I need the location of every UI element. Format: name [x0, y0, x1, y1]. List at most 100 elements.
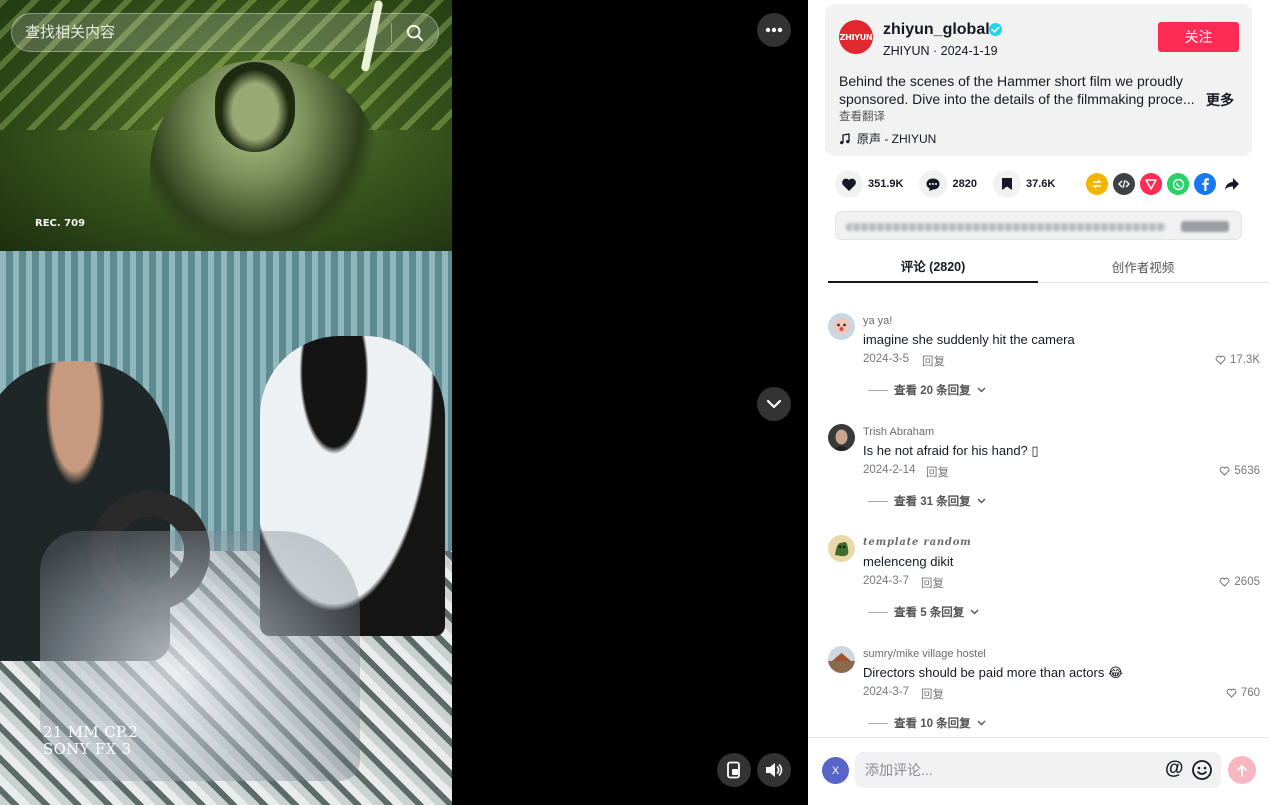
view-replies-label: 查看 10 条回复: [894, 718, 971, 730]
camera-label: SONY FX 3: [43, 740, 132, 758]
comment-like-button[interactable]: 5636: [1219, 465, 1260, 477]
author-avatar[interactable]: ZHIYUN: [839, 20, 873, 54]
comment-bubble-icon: [926, 178, 940, 191]
like-button[interactable]: 351.9K: [835, 170, 903, 198]
next-video-button[interactable]: [757, 387, 791, 421]
video-player[interactable]: REC. 709 21 MM CP.2 SONY FX 3: [0, 0, 808, 805]
translate-link[interactable]: 查看翻译: [839, 108, 885, 124]
repost-icon[interactable]: [1086, 173, 1108, 195]
mention-button[interactable]: @: [1165, 758, 1184, 780]
like-icon-wrap: [835, 170, 863, 198]
chevron-down-icon: [766, 399, 782, 409]
comment-input-wrap: @: [855, 752, 1221, 788]
share-link-box[interactable]: [835, 211, 1242, 240]
embed-icon[interactable]: [1113, 173, 1135, 195]
comment-item: sumry/mike village hostel Directors shou…: [808, 633, 1269, 737]
heart-outline-icon: [1226, 688, 1237, 698]
comment-like-button[interactable]: 760: [1226, 687, 1260, 699]
speaker-icon: [766, 763, 783, 777]
comment-text: Is he not afraid for his hand? ▯: [863, 443, 1039, 458]
comment-input[interactable]: [855, 752, 1155, 788]
bookmark-icon: [1001, 178, 1012, 190]
video-info-card: ZHIYUN zhiyun_global ZHIYUN · 2024-1-19 …: [825, 4, 1252, 156]
search-input[interactable]: [12, 14, 391, 51]
chevron-down-icon: [970, 609, 979, 615]
share-link-text: [846, 223, 1166, 231]
commenter-name[interactable]: template random: [863, 537, 972, 548]
reply-button[interactable]: 回复: [922, 353, 945, 369]
comment-like-count: 5636: [1234, 465, 1260, 477]
view-replies-button[interactable]: 查看 10 条回复: [868, 715, 986, 731]
music-note-icon: [840, 132, 850, 144]
arrow-up-icon: [1237, 764, 1247, 777]
verified-badge-icon: [989, 23, 1002, 36]
emoji-icon[interactable]: [1191, 759, 1213, 781]
author-name[interactable]: zhiyun_global: [883, 21, 990, 39]
comment-icon-wrap: [919, 170, 948, 198]
facebook-icon[interactable]: [1194, 173, 1216, 195]
search-bar: [11, 13, 439, 52]
divider-dash: [868, 611, 888, 613]
chevron-down-icon: [977, 720, 986, 726]
follow-button[interactable]: 关注: [1158, 22, 1239, 52]
comment-like-button[interactable]: 17.3K: [1215, 354, 1260, 366]
send-icon[interactable]: [1140, 173, 1162, 195]
divider-dash: [868, 722, 888, 724]
view-replies-label: 查看 31 条回复: [894, 496, 971, 508]
detail-panel: ZHIYUN zhiyun_global ZHIYUN · 2024-1-19 …: [808, 0, 1269, 805]
commenter-avatar[interactable]: [828, 424, 855, 451]
description-line-1: Behind the scenes of the Hammer short fi…: [839, 73, 1183, 89]
volume-button[interactable]: [757, 753, 791, 787]
save-button[interactable]: 37.6K: [992, 170, 1055, 198]
share-arrow-icon[interactable]: [1221, 173, 1243, 195]
comment-like-count: 2605: [1234, 576, 1260, 588]
share-icons-row: [1086, 173, 1243, 195]
music-link[interactable]: 原声 - ZHIYUN: [839, 130, 936, 147]
expand-description-button[interactable]: 更多: [1206, 90, 1234, 110]
comment-text: Directors should be paid more than actor…: [863, 665, 1124, 680]
commenter-avatar[interactable]: [828, 535, 855, 562]
music-title: 原声 - ZHIYUN: [857, 132, 937, 146]
chevron-down-icon: [977, 498, 986, 504]
comment-button[interactable]: 2820: [919, 170, 977, 198]
video-frame-bottom: 21 MM CP.2 SONY FX 3: [0, 251, 452, 805]
comment-item: ya ya! imagine she suddenly hit the came…: [808, 300, 1269, 411]
heart-outline-icon: [1220, 466, 1230, 476]
view-replies-button[interactable]: 查看 20 条回复: [868, 382, 986, 398]
commenter-name[interactable]: ya ya!: [863, 315, 892, 327]
view-replies-label: 查看 20 条回复: [894, 385, 971, 397]
whatsapp-icon[interactable]: [1167, 173, 1189, 195]
commenter-name[interactable]: sumry/mike village hostel: [863, 648, 986, 660]
search-icon: [406, 24, 424, 41]
comment-date: 2024-3-7: [863, 686, 910, 698]
more-options-button[interactable]: [757, 13, 791, 47]
comment-text: imagine she suddenly hit the camera: [863, 332, 1075, 347]
search-button[interactable]: [392, 14, 438, 51]
commenter-avatar[interactable]: [828, 313, 855, 340]
heart-icon: [842, 178, 856, 191]
divider-dash: [868, 500, 888, 502]
floating-player-icon: [727, 761, 740, 779]
more-dots-icon: [765, 27, 783, 33]
heart-outline-icon: [1220, 577, 1230, 587]
comment-like-button[interactable]: 2605: [1219, 576, 1260, 588]
copy-link-button[interactable]: [1181, 221, 1229, 232]
view-replies-button[interactable]: 查看 31 条回复: [868, 493, 986, 509]
send-comment-button[interactable]: [1228, 756, 1256, 784]
mini-player-button[interactable]: [717, 753, 751, 787]
reply-button[interactable]: 回复: [921, 686, 944, 702]
comment-list: ya ya! imagine she suddenly hit the came…: [808, 300, 1269, 737]
reply-button[interactable]: 回复: [926, 464, 949, 480]
divider-dash: [868, 389, 888, 391]
comment-item: Trish Abraham Is he not afraid for his h…: [808, 411, 1269, 522]
tab-creator-videos[interactable]: 创作者视频: [1038, 250, 1248, 283]
commenter-name[interactable]: Trish Abraham: [863, 426, 934, 438]
author-subtitle: ZHIYUN · 2024-1-19: [883, 44, 998, 58]
commenter-avatar[interactable]: [828, 646, 855, 673]
comment-like-count: 17.3K: [1229, 354, 1260, 366]
view-replies-button[interactable]: 查看 5 条回复: [868, 604, 979, 620]
reply-button[interactable]: 回复: [921, 575, 944, 591]
view-replies-label: 查看 5 条回复: [894, 607, 965, 619]
tab-comments[interactable]: 评论 (2820): [828, 250, 1038, 283]
current-user-avatar[interactable]: X: [822, 757, 849, 784]
